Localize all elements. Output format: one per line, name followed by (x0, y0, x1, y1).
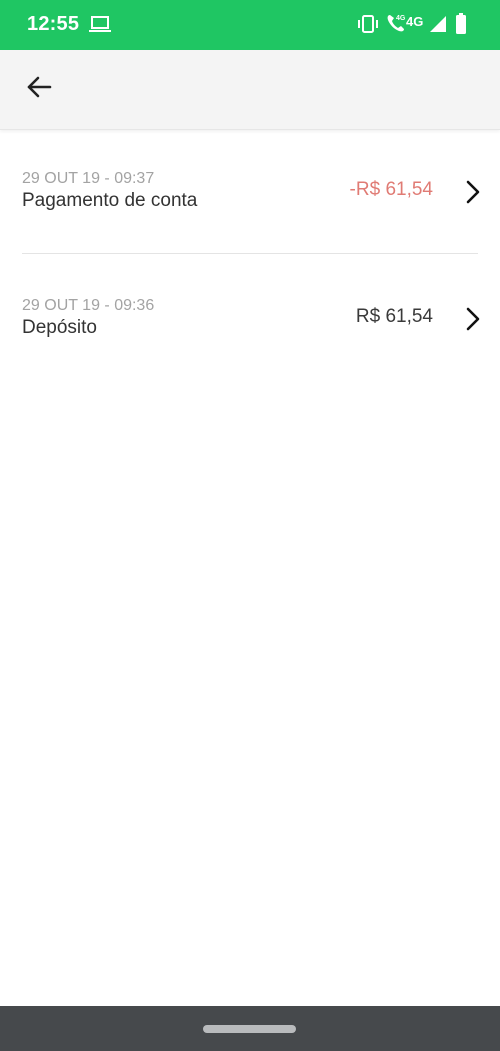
svg-text:4G: 4G (396, 15, 406, 22)
arrow-left-icon (26, 75, 52, 104)
back-button[interactable] (16, 66, 62, 112)
transaction-title: Depósito (22, 317, 97, 338)
transaction-date: 29 OUT 19 - 09:36 (22, 297, 155, 314)
call-icon: 4G (386, 12, 406, 39)
battery-icon (455, 13, 467, 40)
chevron-right-icon (464, 179, 482, 210)
status-bar: 12:55 4G 4G (0, 0, 500, 50)
list-divider (22, 253, 478, 254)
transaction-title: Pagamento de conta (22, 190, 198, 211)
laptop-icon (89, 15, 111, 38)
signal-icon (428, 15, 448, 38)
system-navigation-bar (0, 1006, 500, 1051)
transaction-amount: R$ 61,54 (355, 306, 433, 327)
home-indicator[interactable] (203, 1025, 296, 1033)
transaction-row[interactable]: 29 OUT 19 - 09:37 Pagamento de conta -R$… (0, 145, 500, 255)
transaction-amount: -R$ 61,54 (349, 179, 433, 200)
status-time: 12:55 (27, 13, 80, 35)
chevron-right-icon (464, 306, 482, 337)
vibrate-icon (357, 14, 379, 39)
transaction-date: 29 OUT 19 - 09:37 (22, 170, 155, 187)
transaction-row[interactable]: 29 OUT 19 - 09:36 Depósito R$ 61,54 (0, 272, 500, 382)
app-bar (0, 50, 500, 130)
network-type-label: 4G (406, 14, 424, 29)
